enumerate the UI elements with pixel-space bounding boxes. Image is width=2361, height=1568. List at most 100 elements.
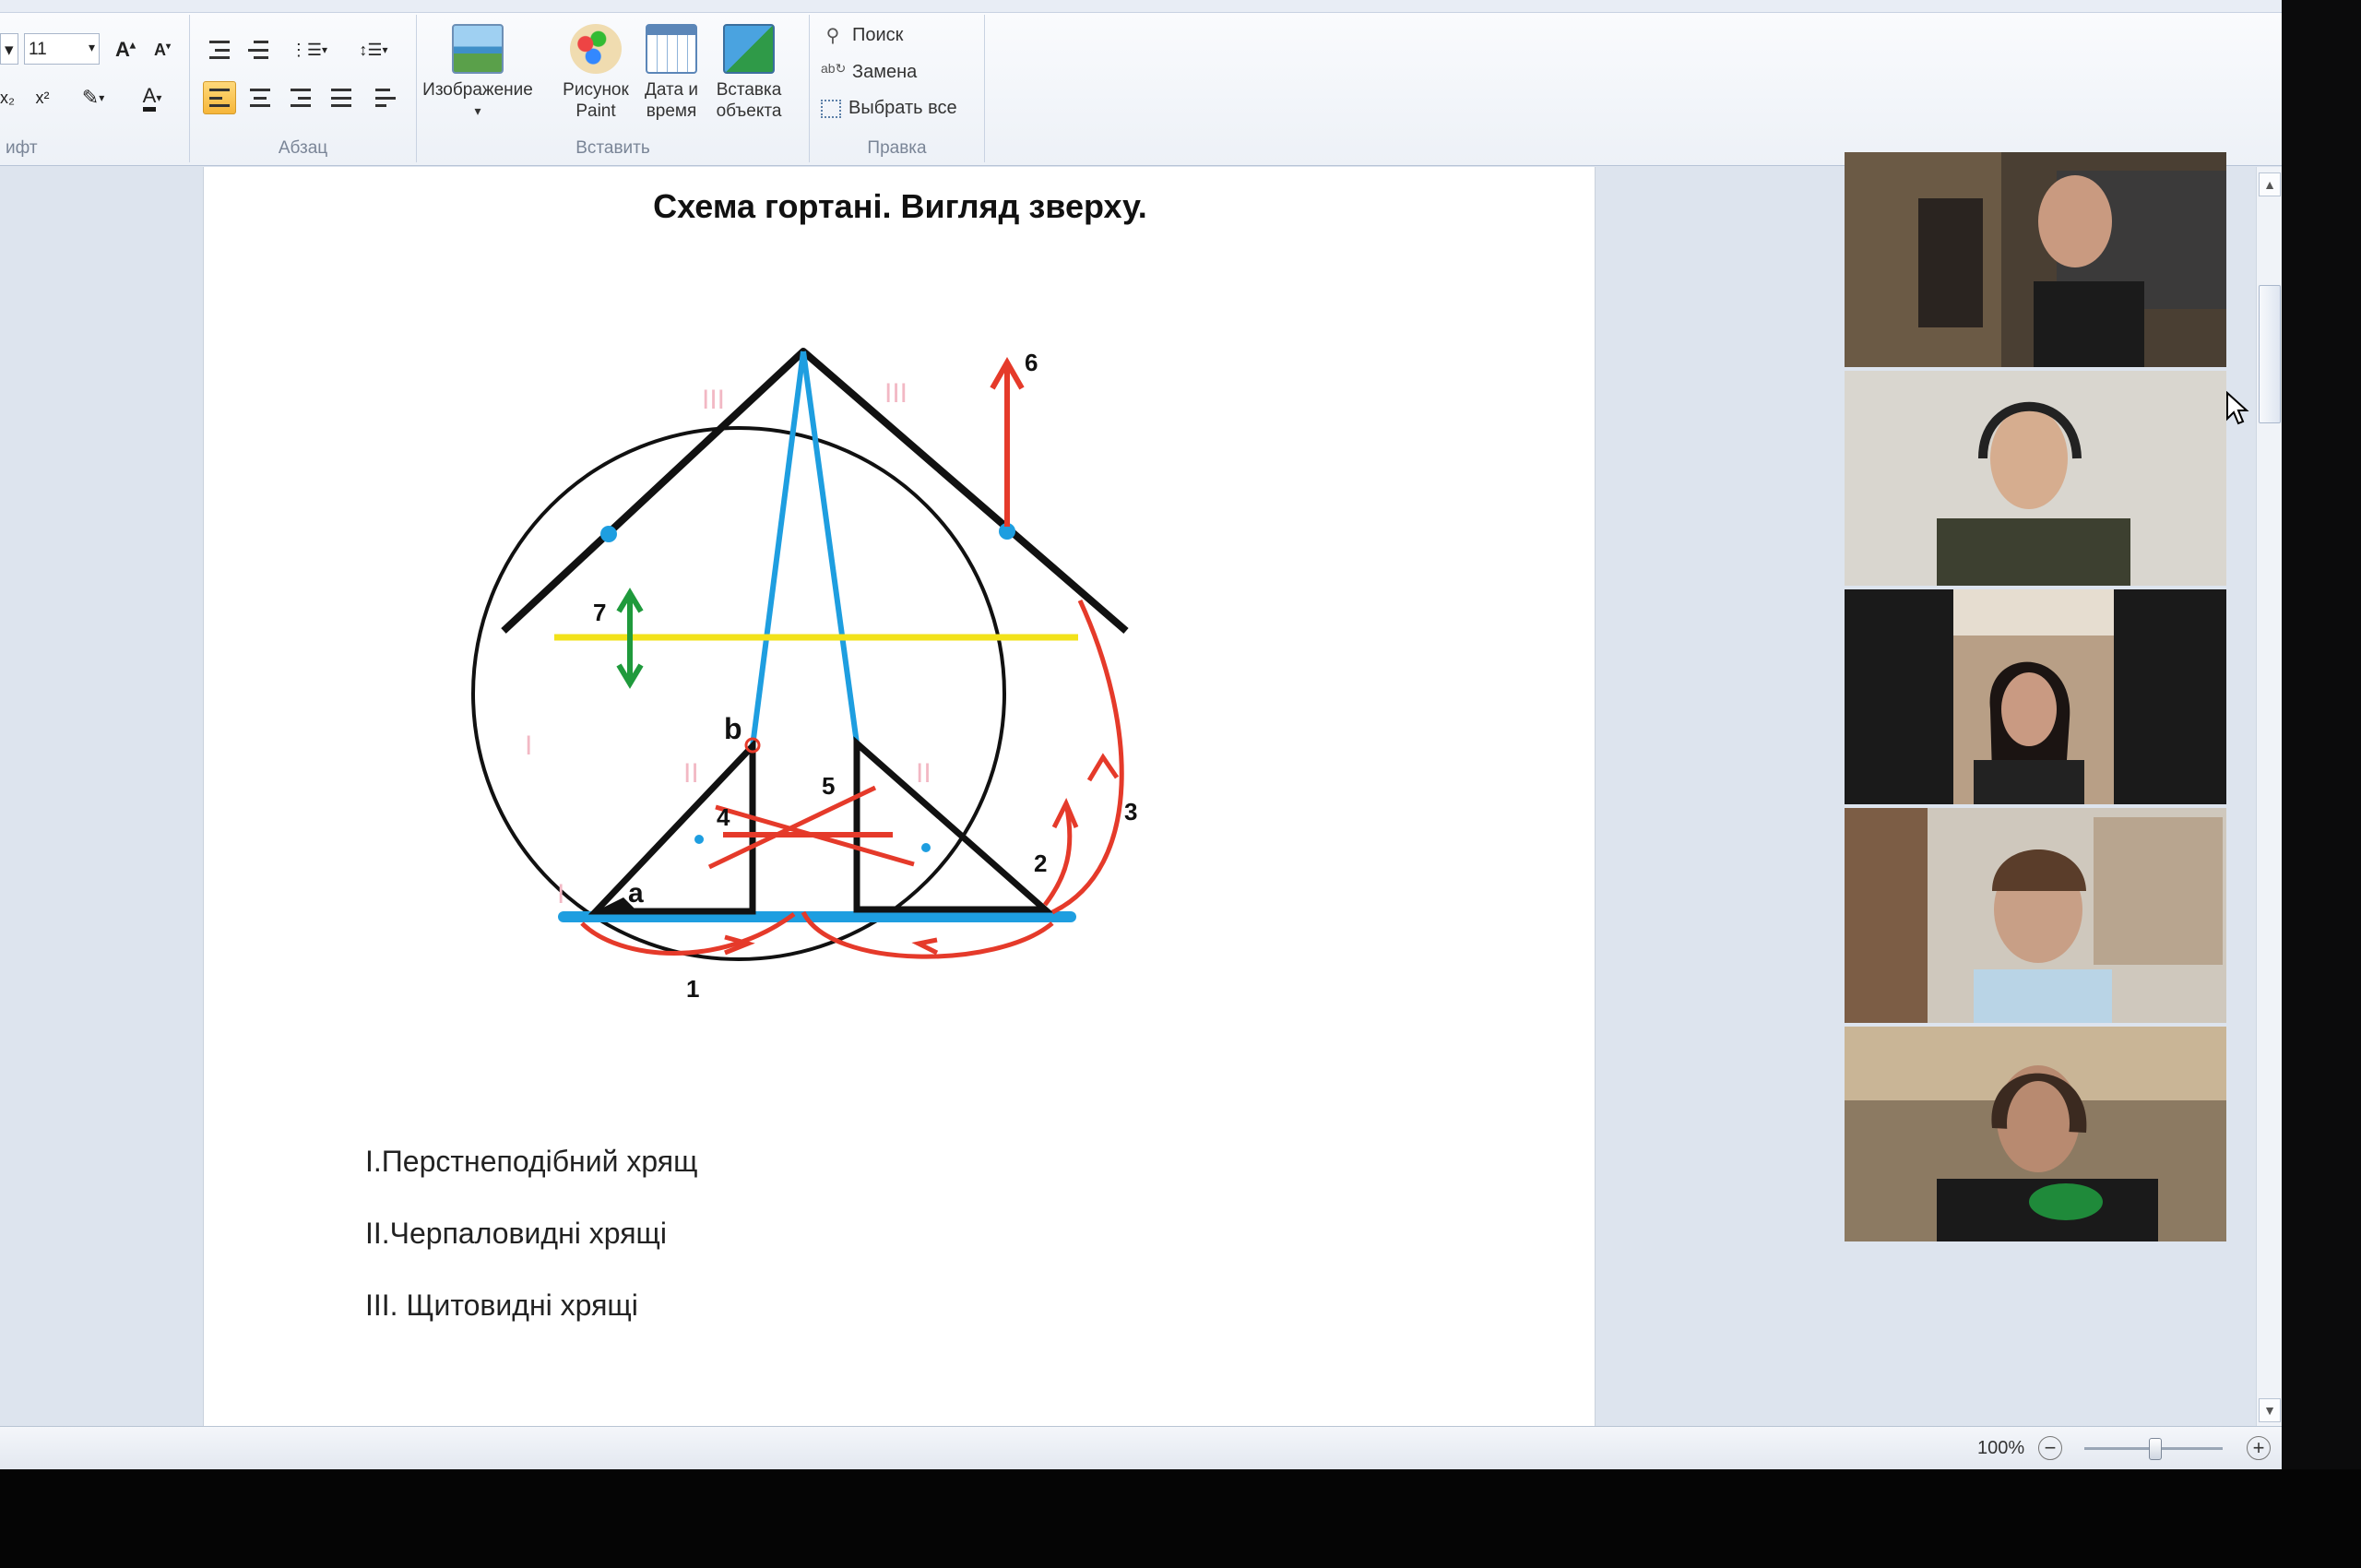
- participant-video-3[interactable]: [1845, 589, 2226, 804]
- label-1: 1: [686, 975, 699, 1003]
- ribbon: ▾ 11 ▾ A▴ A▾ x₂ x² ✎ ▾ A ▾ ифт ⋮☰ ▾ ↕☰ ▾ Абз…: [0, 0, 2282, 166]
- scroll-down-button[interactable]: ▼: [2259, 1398, 2281, 1422]
- red-cross-line-2: [707, 785, 877, 870]
- replace-label: Замена: [852, 61, 918, 82]
- date-time-button[interactable]: Дата и время: [633, 24, 710, 122]
- find-button[interactable]: ⚲ Поиск: [821, 24, 904, 47]
- replace-button[interactable]: ab↻ Замена: [821, 61, 917, 83]
- insert-image-label: Изображение: [422, 80, 533, 100]
- roman-I-left: I: [525, 731, 532, 761]
- legend-item-1: I.Перстнеподібний хрящ: [365, 1145, 698, 1178]
- font-size-value: 11: [29, 40, 47, 59]
- calendar-icon: [646, 24, 697, 74]
- replace-icon: ab↻: [821, 61, 847, 76]
- font-name-dropdown[interactable]: ▾: [0, 33, 18, 65]
- font-group-label: ифт: [6, 138, 38, 158]
- paragraph-group: ⋮☰ ▾ ↕☰ ▾ Абзац: [190, 15, 417, 162]
- insert-object-label-line1: Вставка: [716, 80, 782, 100]
- blue-dot-small-left: [694, 835, 704, 844]
- vertical-scrollbar[interactable]: ▲ ▼: [2256, 167, 2282, 1426]
- label-4: 4: [717, 803, 730, 831]
- participant-video-1[interactable]: [1845, 152, 2226, 367]
- ribbon-top-strip: [0, 0, 2282, 13]
- scroll-up-button[interactable]: ▲: [2259, 172, 2281, 196]
- participant-image-5: [1845, 1027, 2226, 1241]
- participant-image-2: [1845, 371, 2226, 586]
- insert-object-button[interactable]: Вставка объекта: [710, 24, 788, 122]
- participant-video-5[interactable]: [1845, 1027, 2226, 1241]
- legend-item-3: III. Щитовидні хрящі: [365, 1289, 638, 1322]
- binoculars-icon: ⚲: [825, 26, 840, 46]
- insert-group: Изображение ▾ Рисунок Paint Дата и время…: [417, 15, 810, 162]
- red-curve-3: [1050, 599, 1124, 915]
- object-icon: [723, 24, 775, 74]
- roman-II-left: II: [683, 758, 699, 789]
- participant-image-3: [1845, 589, 2226, 804]
- label-7: 7: [593, 599, 606, 626]
- select-all-label: Выбрать все: [848, 98, 957, 118]
- status-bar: 100% − +: [0, 1426, 2282, 1469]
- blue-line-right: [801, 350, 860, 744]
- roman-III-left: III: [702, 385, 725, 415]
- paragraph-group-label: Абзац: [278, 138, 328, 158]
- shrink-font-button[interactable]: A▾: [146, 33, 179, 66]
- zoom-slider-thumb[interactable]: [2149, 1438, 2162, 1460]
- justify-button[interactable]: [325, 81, 358, 114]
- label-b: b: [724, 712, 742, 745]
- grow-font-button[interactable]: A▴: [109, 33, 142, 66]
- label-3: 3: [1124, 798, 1137, 826]
- paint-palette-icon: [570, 24, 622, 74]
- participant-image-4: [1845, 808, 2226, 1023]
- screen-edge-dark: [2282, 0, 2361, 1469]
- label-5: 5: [822, 772, 835, 800]
- subscript-button[interactable]: x₂: [0, 81, 24, 114]
- paragraph-settings-button[interactable]: [369, 81, 402, 114]
- insert-image-chevron: ▾: [474, 103, 481, 118]
- font-size-dropdown[interactable]: 11 ▾: [24, 33, 100, 65]
- bullets-button[interactable]: ⋮☰ ▾: [282, 33, 336, 66]
- image-icon: [452, 24, 504, 74]
- label-a: a: [628, 878, 644, 909]
- paint-drawing-button[interactable]: Рисунок Paint: [557, 24, 635, 122]
- mouse-cursor-icon: [2226, 391, 2249, 425]
- insert-image-button[interactable]: Изображение ▾: [421, 24, 535, 122]
- zoom-level: 100%: [1977, 1438, 2025, 1458]
- decrease-indent-button[interactable]: [203, 33, 236, 66]
- label-2: 2: [1034, 849, 1047, 877]
- legend-item-2: II.Черпаловидні хрящі: [365, 1217, 667, 1250]
- scroll-thumb[interactable]: [2259, 285, 2281, 423]
- zoom-in-button[interactable]: +: [2247, 1436, 2271, 1460]
- edit-group: ⚲ Поиск ab↻ Замена Выбрать все Правка: [810, 15, 985, 162]
- date-time-label-line2: время: [646, 101, 697, 121]
- participant-image-1: [1845, 152, 2226, 367]
- participant-video-4[interactable]: [1845, 808, 2226, 1023]
- select-all-button[interactable]: Выбрать все: [821, 98, 957, 119]
- select-all-icon: [821, 99, 841, 118]
- right-arytenoid: [853, 736, 1054, 913]
- roman-II-right: II: [916, 758, 931, 789]
- chevron-down-icon: ▾: [88, 40, 95, 54]
- larynx-diagram: III III I I II II 6 7 b 5 4 3 2 a 1: [471, 348, 1137, 1003]
- align-right-button[interactable]: [284, 81, 317, 114]
- roman-I-bottom: I: [557, 879, 564, 909]
- thyroid-roof: [501, 348, 1129, 635]
- superscript-button[interactable]: x²: [26, 81, 59, 114]
- align-left-button[interactable]: [203, 81, 236, 114]
- participant-video-2[interactable]: [1845, 371, 2226, 586]
- paint-label-line1: Рисунок: [563, 80, 629, 100]
- highlight-button[interactable]: ✎ ▾: [66, 81, 120, 114]
- zoom-out-button[interactable]: −: [2038, 1436, 2062, 1460]
- font-color-button[interactable]: A ▾: [125, 81, 179, 114]
- date-time-label-line1: Дата и: [645, 80, 698, 100]
- cricoid-circle: [471, 426, 1006, 961]
- screen-bottom-dark: [0, 1469, 2361, 1568]
- document-page[interactable]: Схема гортані. Вигляд зверху. III III I …: [203, 167, 1596, 1426]
- blue-dot-small-right: [921, 843, 931, 852]
- increase-indent-button[interactable]: [242, 33, 275, 66]
- edit-group-label: Правка: [867, 138, 927, 158]
- align-center-button[interactable]: [243, 81, 277, 114]
- font-group: ▾ 11 ▾ A▴ A▾ x₂ x² ✎ ▾ A ▾ ифт: [0, 15, 190, 162]
- insert-group-label: Вставить: [575, 138, 650, 158]
- roman-III-right: III: [884, 378, 908, 409]
- line-spacing-button[interactable]: ↕☰ ▾: [347, 33, 400, 66]
